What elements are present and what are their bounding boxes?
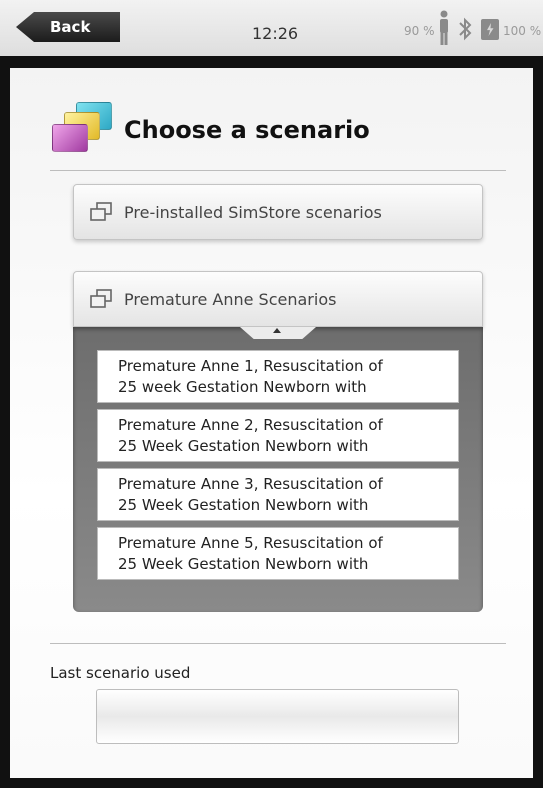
category-preinstalled-button[interactable]: Pre-installed SimStore scenarios xyxy=(73,184,483,240)
scenario-tiles-icon xyxy=(50,100,112,154)
collapse-arrow-icon xyxy=(273,328,281,333)
scenario-item[interactable]: Premature Anne 3, Resuscitation of 25 We… xyxy=(97,468,459,521)
scenario-title-line: Premature Anne 3, Resuscitation of xyxy=(118,475,383,493)
scenario-title-line: Premature Anne 2, Resuscitation of xyxy=(118,416,383,434)
category-label: Premature Anne Scenarios xyxy=(124,290,337,309)
person-icon xyxy=(440,10,448,45)
clock: 12:26 xyxy=(252,24,299,43)
back-button[interactable]: Back xyxy=(16,12,120,42)
windows-icon xyxy=(90,289,112,308)
scenario-item[interactable]: Premature Anne 5, Resuscitation of 25 We… xyxy=(97,527,459,580)
last-scenario-label: Last scenario used xyxy=(50,664,191,682)
scenario-title-line: Premature Anne 1, Resuscitation of xyxy=(118,357,383,375)
divider xyxy=(50,643,506,644)
battery-level-left: 90 % xyxy=(404,24,435,38)
battery-icon xyxy=(481,19,499,40)
windows-icon xyxy=(90,202,112,221)
scenario-item[interactable]: Premature Anne 2, Resuscitation of 25 We… xyxy=(97,409,459,462)
bluetooth-icon xyxy=(459,17,472,41)
page-title: Choose a scenario xyxy=(124,116,370,144)
category-premature-anne-button[interactable]: Premature Anne Scenarios xyxy=(73,271,483,327)
last-scenario-field[interactable] xyxy=(96,689,459,744)
scenario-title-line: 25 Week Gestation Newborn with xyxy=(118,496,369,514)
scenario-title-line: 25 Week Gestation Newborn with xyxy=(118,437,369,455)
divider xyxy=(50,170,506,171)
scenario-title-line: 25 week Gestation Newborn with xyxy=(118,378,367,396)
status-bar: Back 12:26 90 % 100 % xyxy=(0,0,543,56)
category-label: Pre-installed SimStore scenarios xyxy=(124,203,382,222)
scenario-item[interactable]: Premature Anne 1, Resuscitation of 25 we… xyxy=(97,350,459,403)
scenario-title-line: Premature Anne 5, Resuscitation of xyxy=(118,534,383,552)
scenario-title-line: 25 Week Gestation Newborn with xyxy=(118,555,369,573)
battery-level-right: 100 % xyxy=(503,24,542,38)
